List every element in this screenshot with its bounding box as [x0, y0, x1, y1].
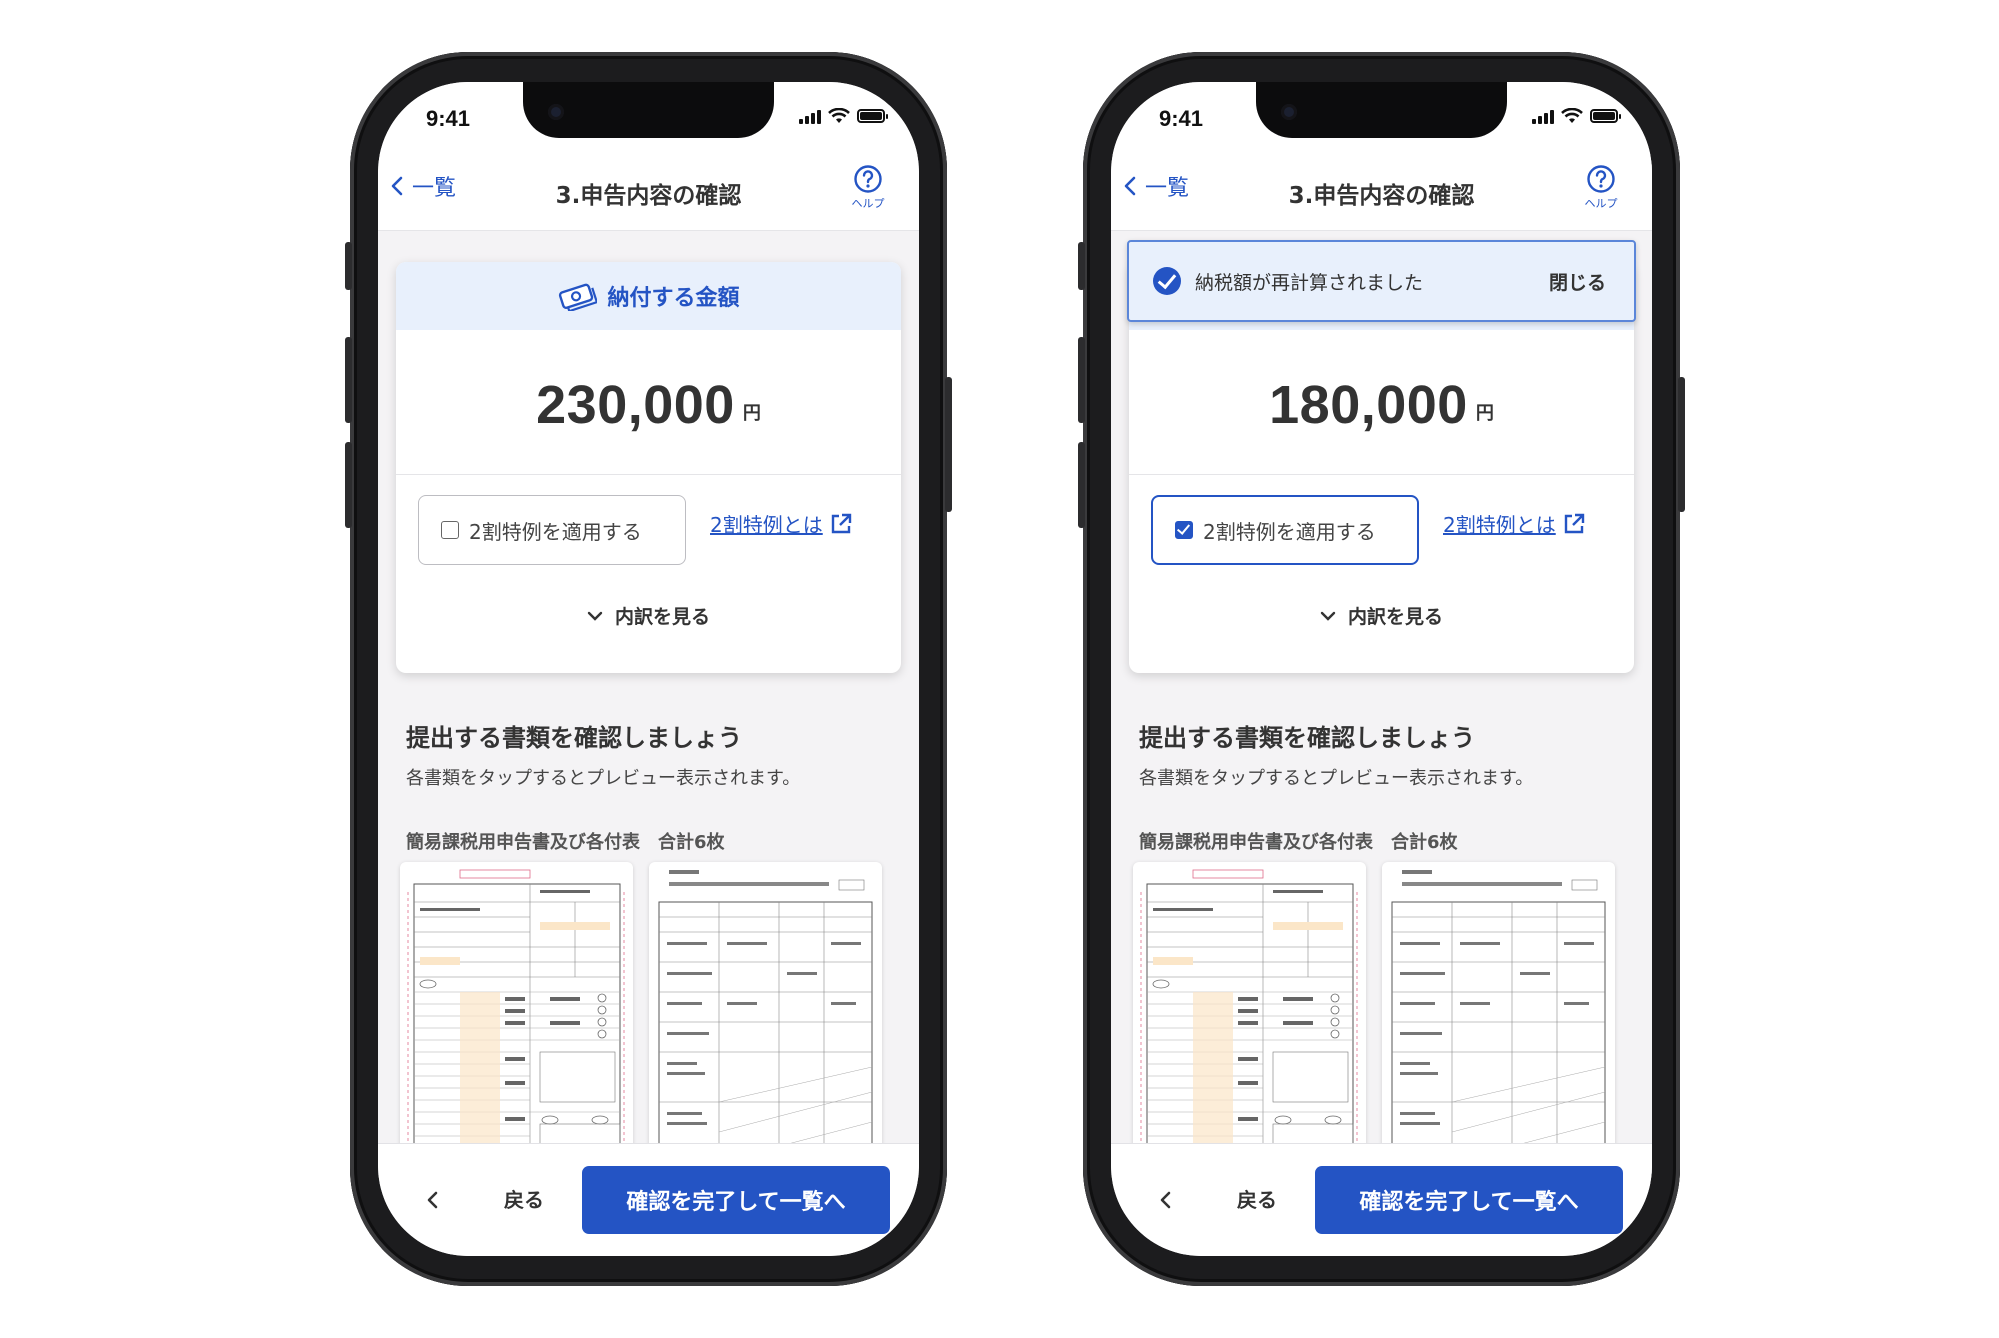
toast-message: 納税額が再計算されました — [1195, 271, 1424, 294]
special-rule-checkbox[interactable]: 2割特例を適用する — [418, 495, 686, 565]
phone-frame-right: 9:41 一覧 3.申告内容の確認 ヘルプ 180,000 円 2割特例を適用す… — [1078, 52, 1685, 1286]
breakdown-label: 内訳を見る — [1347, 606, 1443, 628]
card-header-title: 納付する金額 — [607, 286, 740, 311]
check-circle-icon — [1153, 267, 1181, 295]
breakdown-toggle[interactable]: 内訳を見る — [1129, 602, 1634, 629]
help-label: ヘルプ — [851, 197, 885, 210]
nav-bar: 一覧 3.申告内容の確認 ヘルプ — [378, 152, 919, 231]
amount-display: 230,000 円 — [396, 330, 901, 475]
volume-down-button — [345, 442, 352, 528]
amount-display: 180,000 円 — [1129, 330, 1634, 475]
section-description: 各書類をタップするとプレビュー表示されます。 — [406, 768, 801, 789]
help-button[interactable]: ヘルプ — [1576, 164, 1626, 211]
special-rule-label: 2割特例を適用する — [1203, 519, 1376, 544]
volume-down-button — [1078, 442, 1085, 528]
documents-label: 簡易課税用申告書及び各付表 合計6枚 — [406, 832, 725, 853]
breakdown-label: 内訳を見る — [614, 606, 710, 628]
screen-right: 9:41 一覧 3.申告内容の確認 ヘルプ 180,000 円 2割特例を適用す… — [1111, 82, 1652, 1256]
external-link-icon — [1564, 513, 1584, 533]
battery-icon — [857, 109, 888, 123]
volume-up-button — [345, 337, 352, 423]
chevron-left-icon[interactable] — [1159, 1190, 1173, 1210]
section-description: 各書類をタップするとプレビュー表示されます。 — [1139, 768, 1534, 789]
nav-bar: 一覧 3.申告内容の確認 ヘルプ — [1111, 152, 1652, 231]
checkbox-checked-icon — [1175, 521, 1193, 539]
special-rule-label: 2割特例を適用する — [469, 519, 642, 544]
recalculated-toast: 納税額が再計算されました 閉じる — [1127, 240, 1636, 322]
bottom-bar: 戻る 確認を完了して一覧へ — [1111, 1143, 1652, 1256]
special-rule-link-label: 2割特例とは — [1443, 513, 1556, 537]
special-rule-link[interactable]: 2割特例とは — [710, 509, 853, 538]
payment-card: 180,000 円 2割特例を適用する 2割特例とは 内訳を見る — [1129, 262, 1634, 673]
section-title: 提出する書類を確認しましょう — [406, 724, 742, 752]
page-title: 3.申告内容の確認 — [555, 183, 742, 209]
checkbox-unchecked-icon — [441, 521, 459, 539]
amount-value: 230,000 — [536, 374, 735, 435]
payment-card: 納付する金額 230,000 円 2割特例を適用する 2割特例とは 内訳を見る — [396, 262, 901, 673]
bottom-bar: 戻る 確認を完了して一覧へ — [378, 1143, 919, 1256]
silent-switch — [1078, 242, 1085, 290]
amount-currency: 円 — [742, 402, 761, 424]
back-button[interactable]: 戻る — [504, 1184, 544, 1213]
camera — [548, 104, 564, 120]
power-button — [945, 377, 952, 512]
help-icon — [854, 165, 882, 193]
camera — [1281, 104, 1297, 120]
signal-icon — [1532, 108, 1554, 124]
power-button — [1678, 377, 1685, 512]
silent-switch — [345, 242, 352, 290]
amount-value: 180,000 — [1269, 374, 1468, 435]
wifi-icon — [828, 108, 850, 123]
special-rule-link[interactable]: 2割特例とは — [1443, 509, 1586, 538]
signal-icon — [799, 108, 821, 124]
card-header: 納付する金額 — [396, 262, 901, 330]
battery-icon — [1590, 109, 1621, 123]
phone-frame-left: 9:41 一覧 3.申告内容の確認 ヘルプ 納付する金額 230,000 円 2… — [345, 52, 952, 1286]
complete-confirmation-button[interactable]: 確認を完了して一覧へ — [582, 1166, 890, 1234]
toast-close-button[interactable]: 閉じる — [1549, 268, 1606, 295]
help-button[interactable]: ヘルプ — [843, 164, 893, 211]
help-label: ヘルプ — [1584, 197, 1618, 210]
chevron-down-icon — [587, 611, 603, 621]
money-icon — [559, 283, 598, 311]
special-rule-checkbox[interactable]: 2割特例を適用する — [1151, 495, 1419, 565]
documents-label: 簡易課税用申告書及び各付表 合計6枚 — [1139, 832, 1458, 853]
chevron-down-icon — [1320, 611, 1336, 621]
wifi-icon — [1561, 108, 1583, 123]
status-time: 9:41 — [426, 106, 471, 131]
section-title: 提出する書類を確認しましょう — [1139, 724, 1475, 752]
notch — [1256, 82, 1507, 138]
notch — [523, 82, 774, 138]
status-time: 9:41 — [1159, 106, 1204, 131]
volume-up-button — [1078, 337, 1085, 423]
complete-confirmation-button[interactable]: 確認を完了して一覧へ — [1315, 1166, 1623, 1234]
page-title: 3.申告内容の確認 — [1288, 183, 1475, 209]
special-rule-link-label: 2割特例とは — [710, 513, 823, 537]
screen-left: 9:41 一覧 3.申告内容の確認 ヘルプ 納付する金額 230,000 円 2… — [378, 82, 919, 1256]
amount-currency: 円 — [1475, 402, 1494, 424]
help-icon — [1587, 165, 1615, 193]
chevron-left-icon[interactable] — [426, 1190, 440, 1210]
back-button[interactable]: 戻る — [1237, 1184, 1277, 1213]
external-link-icon — [831, 513, 851, 533]
breakdown-toggle[interactable]: 内訳を見る — [396, 602, 901, 629]
